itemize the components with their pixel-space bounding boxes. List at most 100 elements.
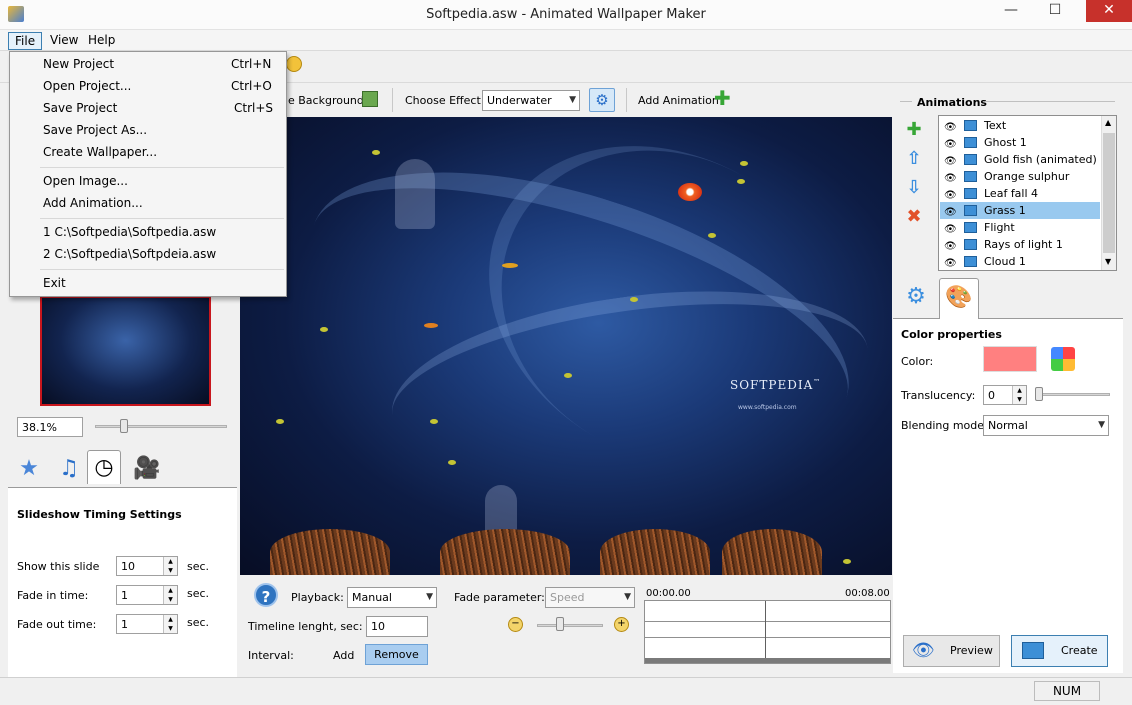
slide-thumbnail[interactable] (40, 296, 211, 406)
fade-slider-thumb[interactable] (556, 617, 564, 631)
preview-button[interactable]: 👁 Preview (903, 635, 1000, 667)
spinner-arrows[interactable]: ▲ ▼ (163, 557, 177, 575)
list-item[interactable]: 👁 Orange sulphur (940, 168, 1100, 185)
menu-item-save-project-as[interactable]: Save Project As... (43, 123, 147, 137)
menu-item-exit[interactable]: Exit (43, 276, 66, 290)
menu-item-save-project[interactable]: Save Project (43, 101, 117, 115)
canvas-url: www.softpedia.com (738, 404, 797, 411)
playback-select[interactable]: Manual ▼ (347, 587, 437, 608)
fade-param-value: Speed (550, 591, 585, 604)
list-item[interactable]: 👁 Flight (940, 219, 1100, 236)
fade-in-label: Fade in time: (17, 589, 89, 602)
film-icon (964, 120, 977, 131)
close-button[interactable]: ✕ (1086, 0, 1132, 22)
grass-sprite (722, 529, 822, 575)
translucency-label: Translucency: (901, 389, 976, 402)
scrollbar-thumb[interactable] (1103, 133, 1115, 253)
list-item[interactable]: 👁 Text (940, 117, 1100, 134)
spinner-arrows[interactable]: ▲ ▼ (163, 615, 177, 633)
delete-icon[interactable]: ✖ (903, 206, 925, 227)
minimize-button[interactable]: — (996, 0, 1026, 22)
fade-in-spinner[interactable]: 1 ▲ ▼ (116, 585, 178, 605)
wallpaper-canvas[interactable] (240, 117, 892, 575)
menu-item-open-project[interactable]: Open Project... (43, 79, 131, 93)
menu-item-add-animation[interactable]: Add Animation... (43, 196, 143, 210)
list-item-selected[interactable]: 👁 Grass 1 (940, 202, 1100, 219)
move-down-icon[interactable]: ⇩ (903, 177, 925, 198)
timeline-track[interactable] (644, 600, 891, 664)
menu-item-new-project[interactable]: New Project (43, 57, 114, 71)
show-slide-spinner[interactable]: 10 ▲ ▼ (116, 556, 178, 576)
background-label[interactable]: e Background (288, 94, 364, 107)
fade-out-spinner[interactable]: 1 ▲ ▼ (116, 614, 178, 634)
animations-list[interactable]: 👁 Text 👁 Ghost 1 👁 Gold fish (animated) 👁 Or… (938, 115, 1117, 271)
film-icon (964, 188, 977, 199)
image-icon[interactable] (362, 91, 378, 107)
fade-param-select[interactable]: Speed ▼ (545, 587, 635, 608)
add-icon[interactable]: ✚ (903, 119, 925, 140)
palette-icon[interactable] (1051, 347, 1075, 371)
remove-interval-button[interactable]: Remove (365, 644, 428, 665)
maximize-button[interactable]: ☐ (1040, 0, 1070, 22)
fade-slider-track[interactable] (537, 624, 603, 627)
menu-file[interactable]: File (8, 32, 43, 50)
list-item[interactable]: 👁 Rays of light 1 (940, 236, 1100, 253)
create-button[interactable]: Create (1011, 635, 1108, 667)
clock-tab-icon[interactable]: ◷ (87, 450, 121, 484)
zoom-out-icon[interactable]: − (508, 617, 523, 632)
zoom-in-icon[interactable]: + (614, 617, 629, 632)
move-up-icon[interactable]: ⇧ (903, 148, 925, 169)
blending-mode-select[interactable]: Normal ▼ (983, 415, 1109, 436)
menu-item-recent-1[interactable]: 1 C:\Softpedia\Softpedia.asw (43, 225, 216, 239)
effect-settings-button[interactable]: ⚙ (589, 88, 615, 112)
monitor-icon (1022, 642, 1044, 659)
zoom-slider-track[interactable] (95, 425, 227, 428)
color-properties-title: Color properties (901, 328, 1002, 341)
list-item[interactable]: 👁 Leaf fall 4 (940, 185, 1100, 202)
list-item[interactable]: 👁 Cloud 1 (940, 253, 1100, 270)
ghost-sprite (395, 159, 435, 229)
film-icon (964, 239, 977, 250)
translucency-slider-thumb[interactable] (1035, 387, 1043, 401)
translucency-slider-track[interactable] (1035, 393, 1110, 396)
eye-icon[interactable]: 👁 (944, 255, 957, 270)
add-animation-label[interactable]: Add Animation (638, 94, 719, 107)
list-scrollbar[interactable]: ▲ ▼ (1101, 116, 1116, 270)
music-tab-icon[interactable]: ♫ (52, 452, 86, 486)
choose-effect-label: Choose Effect: (405, 94, 485, 107)
effect-value: Underwater (487, 94, 552, 107)
color-swatch[interactable] (983, 346, 1037, 372)
shortcut-new-project: Ctrl+N (231, 57, 272, 71)
spinner-arrows[interactable]: ▲ ▼ (1012, 386, 1026, 404)
animations-title: Animations (917, 96, 987, 109)
grass-sprite (600, 529, 710, 575)
menu-help[interactable]: Help (82, 32, 121, 50)
menu-item-recent-2[interactable]: 2 C:\Softpedia\Softpdeia.asw (43, 247, 216, 261)
color-tab-palette-icon[interactable]: 🎨 (939, 278, 979, 319)
show-slide-unit: sec. (187, 560, 210, 573)
film-icon (964, 205, 977, 216)
help-icon[interactable]: ? (254, 583, 278, 607)
zoom-field[interactable]: 38.1% (17, 417, 83, 437)
list-item[interactable]: 👁 Gold fish (animated) (940, 151, 1100, 168)
list-item[interactable]: 👁 Ghost 1 (940, 134, 1100, 151)
timer-icon[interactable] (286, 56, 302, 72)
add-interval-button[interactable]: Add (333, 649, 354, 662)
menu-separator (40, 218, 284, 219)
add-animation-plus-icon[interactable]: ✚ (714, 86, 731, 110)
menu-item-create-wallpaper[interactable]: Create Wallpaper... (43, 145, 157, 159)
star-tab-icon[interactable]: ★ (12, 452, 46, 486)
timeline-cursor[interactable] (765, 601, 766, 663)
menu-item-open-image[interactable]: Open Image... (43, 174, 128, 188)
color-label: Color: (901, 355, 934, 368)
spinner-arrows[interactable]: ▲ ▼ (163, 586, 177, 604)
film-icon (964, 256, 977, 267)
camera-tab-icon[interactable]: 🎥 (130, 452, 164, 486)
film-icon (964, 222, 977, 233)
timeline-length-field[interactable]: 10 (366, 616, 428, 637)
effect-select[interactable]: Underwater ▼ (482, 90, 580, 111)
zoom-slider-thumb[interactable] (120, 419, 128, 433)
menu-view[interactable]: View (44, 32, 84, 50)
translucency-spinner[interactable]: 0 ▲ ▼ (983, 385, 1027, 405)
settings-tab-gear-icon[interactable]: ⚙ (898, 279, 934, 315)
